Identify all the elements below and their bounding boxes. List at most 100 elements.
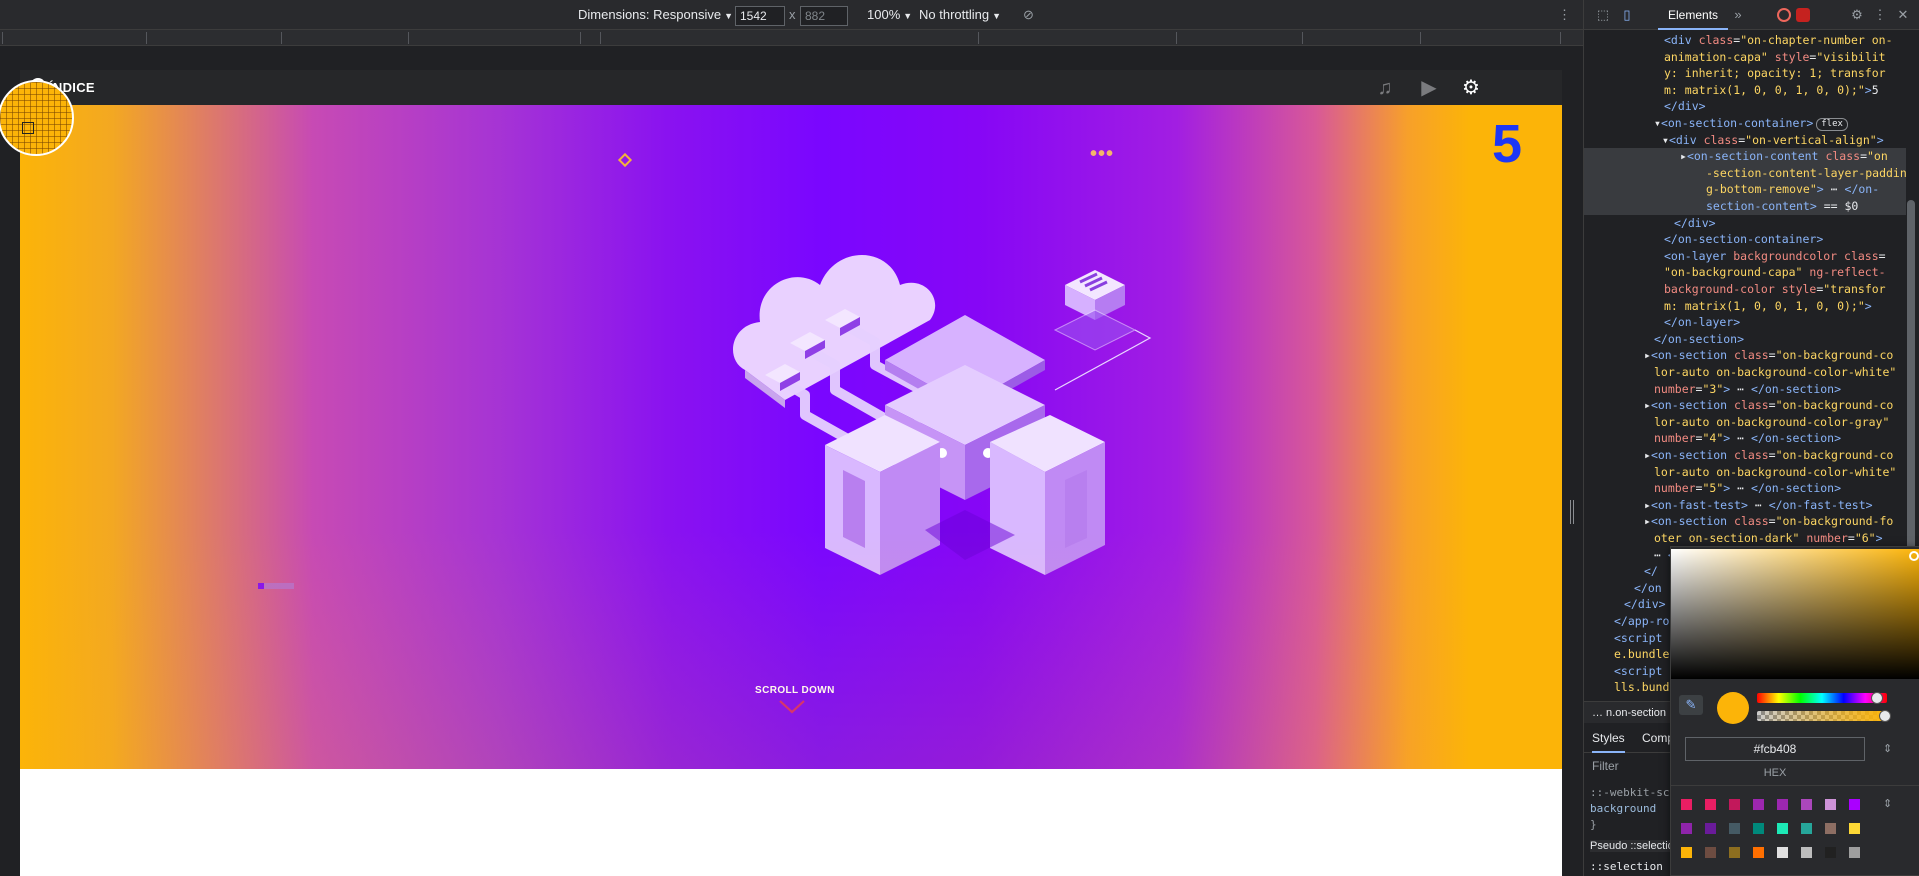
styles-filter-input[interactable]: Filter <box>1592 759 1672 777</box>
palette-swatch[interactable] <box>1753 799 1764 810</box>
dom-node-line[interactable]: ▸<on-section class="on-background-co <box>1584 347 1906 364</box>
dom-node-line[interactable]: <div class="on-chapter-number on- <box>1584 32 1906 49</box>
dom-node-line[interactable]: number="3"> ⋯ </on-section> <box>1584 381 1906 398</box>
play-icon[interactable]: ▶ <box>1418 77 1440 99</box>
palette-swatch[interactable] <box>1705 799 1716 810</box>
alpha-slider[interactable] <box>1757 710 1891 722</box>
width-input[interactable]: 1542 <box>735 6 785 26</box>
error-count-icon[interactable] <box>1777 8 1791 22</box>
devtools-panel: ⬚ ▯ Elements » ⚙ ⋮ ✕ <div class="on-chap… <box>1583 0 1919 876</box>
dom-node-line[interactable]: -section-content-layer-paddin <box>1584 164 1906 182</box>
settings-gear-icon[interactable]: ⚙ <box>1848 6 1866 24</box>
palette-swatch[interactable] <box>1825 799 1836 810</box>
dom-node-line[interactable]: </on-section-container> <box>1584 231 1906 248</box>
palette-divider <box>1671 785 1919 786</box>
dom-node-line[interactable]: ▸<on-section class="on-background-co <box>1584 447 1906 464</box>
palette-swatch[interactable] <box>1705 823 1716 834</box>
dom-node-line[interactable]: lor-auto on-background-color-white" <box>1584 364 1906 381</box>
dom-node-line[interactable]: g-bottom-remove"> ⋯ </on- <box>1584 181 1906 198</box>
hex-format-label: HEX <box>1763 767 1787 779</box>
palette-swatch[interactable] <box>1681 823 1692 834</box>
palette-swatch[interactable] <box>1849 799 1860 810</box>
close-icon[interactable]: ✕ <box>1894 6 1912 24</box>
magnifier-target <box>22 122 34 134</box>
palette-swatch[interactable] <box>1777 799 1788 810</box>
dom-node-line[interactable]: lor-auto on-background-color-white" <box>1584 464 1906 481</box>
dimensions-dropdown[interactable]: Dimensions: Responsive ▼ <box>578 7 733 22</box>
dom-node-line[interactable]: m: matrix(1, 0, 0, 1, 0, 0);"> <box>1584 298 1906 315</box>
hue-handle[interactable] <box>1871 692 1883 704</box>
palette-swatch[interactable] <box>1729 823 1740 834</box>
saturation-area[interactable] <box>1671 549 1919 679</box>
selection-rule[interactable]: ::selection { <box>1590 860 1676 873</box>
height-input[interactable]: 882 <box>800 6 848 26</box>
music-icon[interactable]: ♫ <box>1374 77 1396 99</box>
palette-swatch[interactable] <box>1849 847 1860 858</box>
palette-swatch[interactable] <box>1825 823 1836 834</box>
palette-swatch[interactable] <box>1801 823 1812 834</box>
dom-node-line[interactable]: section-content> == $0 <box>1584 198 1906 215</box>
dom-node-line[interactable]: <on-layer backgroundcolor class= <box>1584 248 1906 265</box>
zoom-label: 100% <box>867 7 901 22</box>
device-toggle-icon[interactable]: ▯ <box>1618 6 1636 24</box>
rotate-icon[interactable]: ⊘ <box>1023 7 1034 23</box>
eyedropper-icon[interactable]: ✎ <box>1679 695 1703 715</box>
color-picker: ✎ #fcb408 HEX ⇕ ⇕ <box>1670 546 1919 876</box>
dom-node-line[interactable]: </on-layer> <box>1584 314 1906 331</box>
dom-node-line[interactable]: ▸<on-section class="on-background-co <box>1584 397 1906 414</box>
dom-node-line[interactable]: ▾<div class="on-vertical-align"> <box>1584 132 1906 149</box>
dom-node-line[interactable]: oter on-section-dark" number="6"> <box>1584 530 1906 547</box>
palette-swatch[interactable] <box>1753 847 1764 858</box>
palette-swatch[interactable] <box>1801 847 1812 858</box>
palette-swatch[interactable] <box>1729 847 1740 858</box>
tab-elements[interactable]: Elements <box>1658 0 1729 30</box>
palette-swatch[interactable] <box>1753 823 1764 834</box>
zoom-dropdown[interactable]: 100% ▼ <box>867 7 912 22</box>
palette-swatch[interactable] <box>1849 823 1860 834</box>
dom-node-line[interactable]: "on-background-capa" ng-reflect- <box>1584 264 1906 281</box>
dom-node-line[interactable]: ▸<on-fast-test> ⋯ </on-fast-test> <box>1584 497 1906 514</box>
dom-node-line[interactable]: y: inherit; opacity: 1; transfor <box>1584 65 1906 82</box>
gear-icon[interactable]: ⚙ <box>1460 77 1482 99</box>
inspect-element-icon[interactable]: ⬚ <box>1594 6 1612 24</box>
issues-flag-icon[interactable] <box>1796 8 1810 22</box>
chevron-down-icon[interactable] <box>777 697 807 717</box>
palette-swatch[interactable] <box>1705 847 1716 858</box>
customize-menu-icon[interactable]: ⋮ <box>1871 6 1889 24</box>
dom-node-line[interactable]: m: matrix(1, 0, 0, 1, 0, 0);">5 <box>1584 82 1906 99</box>
palette-swatch[interactable] <box>1801 799 1812 810</box>
palette-toggle-icon[interactable]: ⇕ <box>1883 797 1892 810</box>
format-toggle-icon[interactable]: ⇕ <box>1883 742 1892 755</box>
css-rule-property[interactable]: background <box>1590 802 1656 815</box>
dom-node-line[interactable]: </div> <box>1584 215 1906 232</box>
dom-node-line[interactable]: </on-section> <box>1584 331 1906 348</box>
palette-swatch[interactable] <box>1729 799 1740 810</box>
throttling-dropdown[interactable]: No throttling ▼ <box>919 7 1001 22</box>
server-cloud-illustration <box>733 255 1152 575</box>
dom-node-line[interactable]: background-color style="transfor <box>1584 281 1906 298</box>
more-options-icon[interactable]: ⋮ <box>1558 7 1571 23</box>
dom-node-line[interactable]: ▸<on-section-content class="on <box>1584 148 1906 165</box>
dom-node-line[interactable]: animation-capa" style="visibilit <box>1584 49 1906 66</box>
palette-swatch[interactable] <box>1777 847 1788 858</box>
hue-slider[interactable] <box>1757 692 1887 704</box>
palette-swatch[interactable] <box>1825 847 1836 858</box>
css-rule-selector[interactable]: ::-webkit-scr <box>1590 786 1676 799</box>
dom-node-line[interactable]: number="5"> ⋯ </on-section> <box>1584 480 1906 497</box>
palette-swatch[interactable] <box>1681 799 1692 810</box>
more-tabs-icon[interactable]: » <box>1729 6 1747 24</box>
dom-node-line[interactable]: ▾<on-section-container> flex <box>1584 115 1906 132</box>
alpha-handle[interactable] <box>1879 710 1891 722</box>
dom-node-line[interactable]: ▸<on-section class="on-background-fo <box>1584 513 1906 530</box>
devtools-toolbar: ⬚ ▯ Elements » ⚙ ⋮ ✕ <box>1584 0 1919 30</box>
palette-swatch[interactable] <box>1777 823 1788 834</box>
tab-styles[interactable]: Styles <box>1592 731 1625 753</box>
dom-node-line[interactable]: number="4"> ⋯ </on-section> <box>1584 430 1906 447</box>
resize-handle[interactable] <box>1570 500 1574 524</box>
dom-node-line[interactable]: </div> <box>1584 98 1906 115</box>
scroll-down-label[interactable]: SCROLL DOWN <box>755 685 835 696</box>
hex-value-input[interactable]: #fcb408 <box>1685 737 1865 761</box>
dom-node-line[interactable]: lor-auto on-background-color-gray" <box>1584 414 1906 431</box>
palette-swatch[interactable] <box>1681 847 1692 858</box>
saturation-handle[interactable] <box>1909 551 1919 561</box>
